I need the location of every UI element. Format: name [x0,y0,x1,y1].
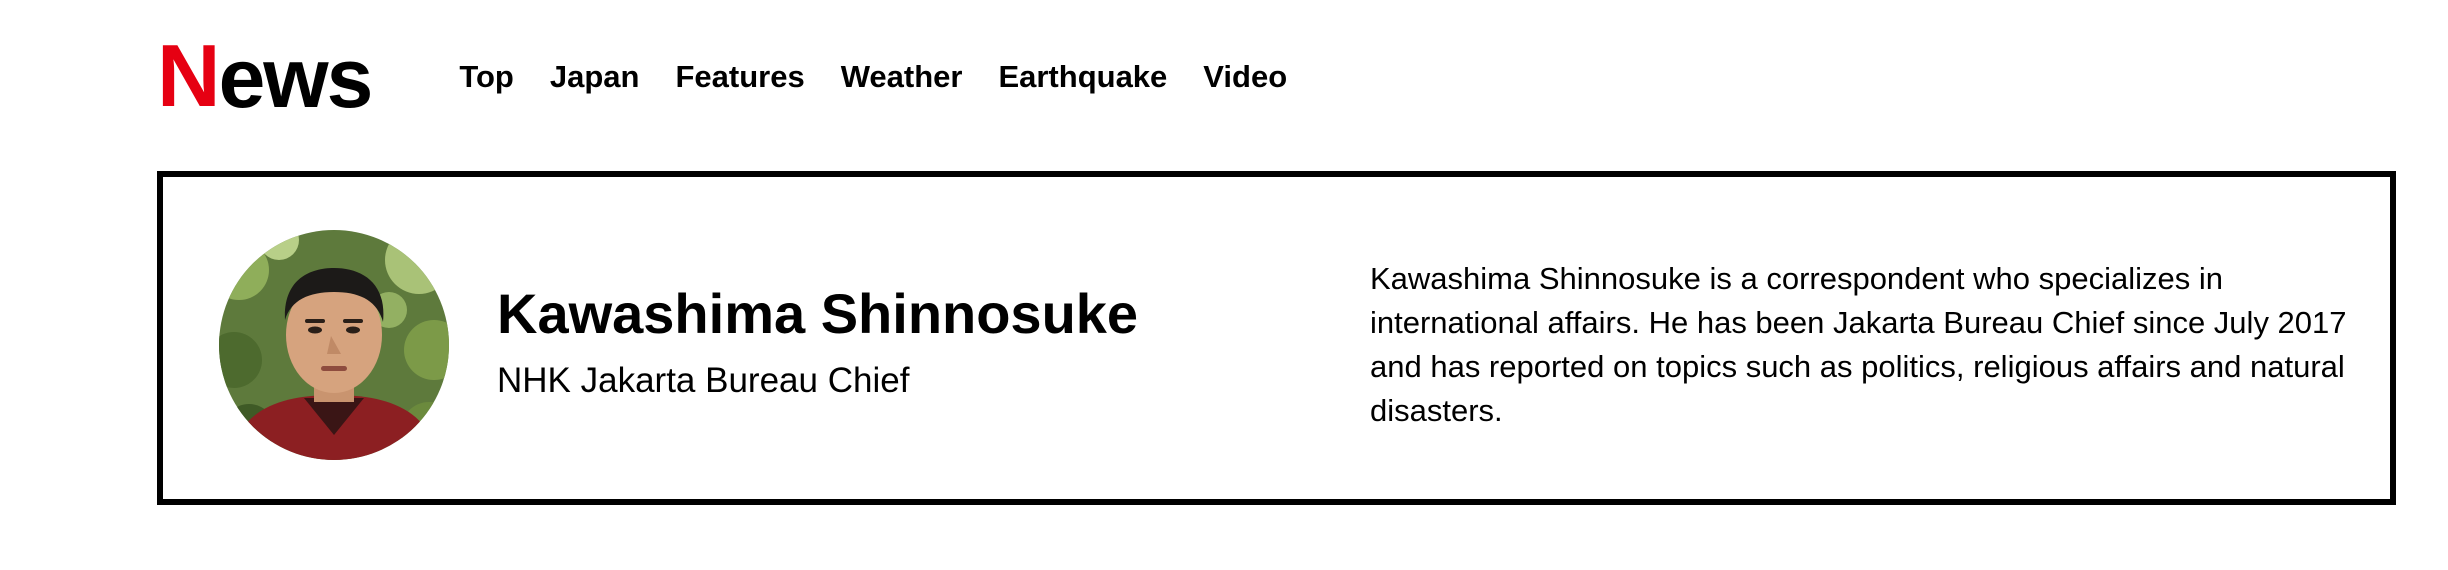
correspondent-title: NHK Jakarta Bureau Chief [497,360,910,400]
main-nav: Top Japan Features Weather Earthquake Vi… [459,59,1287,95]
avatar [219,230,449,460]
nav-item-video[interactable]: Video [1203,59,1287,95]
avatar-photo [219,230,449,460]
nav-item-features[interactable]: Features [675,59,804,95]
news-logo[interactable]: News [157,26,374,125]
nav-item-top[interactable]: Top [459,59,514,95]
nav-item-earthquake[interactable]: Earthquake [998,59,1167,95]
correspondent-bio: Kawashima Shinnosuke is a correspondent … [1370,261,2347,428]
nav-item-japan[interactable]: Japan [550,59,640,95]
correspondent-name: Kawashima Shinnosuke [497,282,1139,345]
correspondent-profile-card: Kawashima Shinnosuke NHK Jakarta Bureau … [157,171,2396,505]
name-block: Kawashima Shinnosuke NHK Jakarta Bureau … [497,283,1138,401]
nav-item-weather[interactable]: Weather [841,59,963,95]
logo-initial: N [157,26,221,125]
site-header: News Top Japan Features Weather Earthqua… [157,32,1287,122]
logo-rest: ews [218,31,374,125]
